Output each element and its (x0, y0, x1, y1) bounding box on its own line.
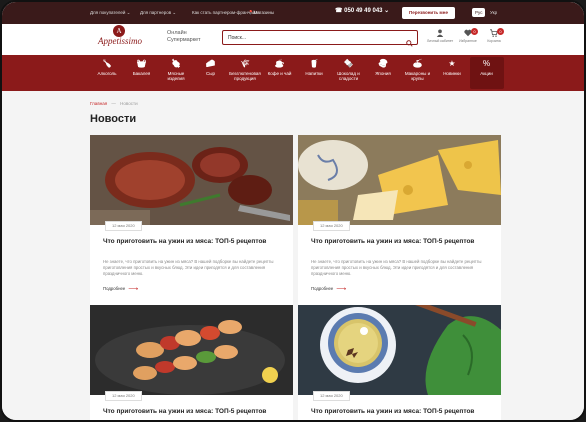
lang-ru[interactable]: Рус (472, 8, 486, 17)
cart-count: 0 (497, 28, 504, 35)
nav-item-meat[interactable]: 🍖 Мясные изделия (159, 59, 193, 81)
cart-button[interactable]: Корзина 0 (480, 28, 508, 43)
pasta-icon: 🍝 (412, 59, 423, 68)
shops-link[interactable]: 📍Магазины (248, 10, 274, 16)
news-card[interactable]: 12 мая 2020 Что приготовить на ужин из м… (90, 305, 293, 420)
tagline-line-2: Супермаркет (167, 37, 201, 43)
logo-text: Appetissimo (98, 36, 142, 46)
coffee-icon: ☕ (274, 59, 285, 68)
news-title[interactable]: Что приготовить на ужин из мяса: ТОП-5 р… (103, 408, 283, 416)
nav-item-pasta[interactable]: 🍝 Макароны и крупы (401, 59, 435, 81)
buyers-menu[interactable]: Для покупателей ⌄ (90, 10, 130, 16)
logo[interactable]: A Appetissimo (89, 25, 151, 53)
lang-ua[interactable]: Укр (487, 8, 500, 17)
news-title[interactable]: Что приготовить на ужин из мяса: ТОП-5 р… (311, 238, 491, 246)
site-header: A Appetissimo Онлайн Супермаркет Поиск..… (2, 24, 584, 54)
read-more-link[interactable]: Подробнее ⟶ (103, 285, 138, 293)
nav-item-chocolate[interactable]: 🍫 Шоколад и сладости (332, 59, 366, 81)
nav-item-grocery[interactable]: 🧺 Бакалея (125, 59, 159, 76)
nav-item-label: Новинки (443, 71, 461, 76)
news-title[interactable]: Что приготовить на ужин из мяса: ТОП-5 р… (311, 408, 491, 416)
main-content: Главная — Новости Новости 12 мая 2020 Чт… (2, 91, 584, 420)
page-title: Новости (90, 113, 137, 125)
callback-button[interactable]: Перезвонить мне (402, 7, 455, 19)
sale-icon: % (482, 59, 491, 68)
nav-item-bottle[interactable]: 🍾 Алкоголь (90, 59, 124, 76)
news-card[interactable]: 12 мая 2020 Что приготовить на ужин из м… (90, 135, 293, 305)
bottle-icon: 🍾 (102, 59, 112, 68)
cart-label: Корзина (487, 39, 501, 43)
news-date: 12 мая 2020 (105, 391, 142, 401)
search-icon[interactable] (406, 34, 413, 52)
nav-item-sale[interactable]: % Акции (469, 57, 504, 89)
nav-item-label: Макароны и крупы (404, 71, 431, 81)
wishlist-count: 0 (471, 28, 478, 35)
news-image-tea[interactable] (298, 305, 501, 395)
drink-icon: 🥤 (309, 59, 319, 68)
search-input[interactable]: Поиск... (222, 30, 418, 47)
tagline-line-1: Онлайн (167, 30, 187, 36)
tagline: Онлайн Супермаркет (167, 30, 201, 44)
nav-item-label: Алкоголь (97, 71, 117, 76)
phone-number[interactable]: ☎ 050 49 49 043 ⌄ (335, 7, 389, 14)
news-title[interactable]: Что приготовить на ужин из мяса: ТОП-5 р… (103, 238, 283, 246)
news-card[interactable]: 12 мая 2020 Что приготовить на ужин из м… (298, 135, 501, 305)
nav-item-label: Акции (480, 71, 493, 76)
user-icon (436, 29, 444, 37)
news-image-skewers[interactable] (90, 305, 293, 395)
news-card[interactable]: 12 мая 2020 Что приготовить на ужин из м… (298, 305, 501, 420)
search-placeholder: Поиск... (228, 35, 247, 41)
new-icon: ★ (448, 59, 456, 68)
arrow-right-icon: ⟶ (336, 286, 347, 293)
top-bar: Для покупателей ⌄ Для партнеров ⌄ Как ст… (2, 2, 584, 24)
wishlist-label: Избранное (459, 39, 477, 43)
arrow-right-icon: ⟶ (128, 286, 139, 293)
partners-menu[interactable]: Для партнеров ⌄ (140, 10, 176, 16)
nav-item-drink[interactable]: 🥤 Напитки (297, 59, 331, 76)
breadcrumb: Главная — Новости (90, 101, 138, 106)
breadcrumb-home[interactable]: Главная (90, 101, 107, 106)
phone-icon: ☎ (335, 8, 345, 14)
nav-item-japan[interactable]: 🍣 Япония (366, 59, 400, 76)
news-date: 12 мая 2020 (105, 221, 142, 231)
nav-item-label: Бакалея (132, 71, 151, 76)
read-more-label: Подробнее (311, 286, 334, 291)
meat-icon: 🍖 (171, 59, 181, 68)
breadcrumb-current: Новости (120, 101, 138, 106)
grocery-icon: 🧺 (136, 59, 147, 68)
account-button[interactable]: Личный кабинет (426, 29, 454, 43)
nav-item-label: Сыр (206, 71, 215, 76)
news-excerpt: Не знаете, что приготовить на ужин из мя… (311, 259, 482, 276)
nav-item-label: Безглютеновая продукция (229, 71, 261, 81)
nav-item-label: Шоколад и сладости (337, 71, 360, 81)
news-image-steak[interactable] (90, 135, 293, 225)
read-more-label: Подробнее (103, 286, 126, 291)
nav-item-label: Напитки (305, 71, 323, 76)
breadcrumb-separator: — (111, 101, 116, 106)
read-more-link[interactable]: Подробнее ⟶ (311, 285, 346, 293)
gluten-free-icon: 🌾 (240, 59, 250, 68)
wishlist-button[interactable]: Избранное 0 (454, 28, 482, 43)
category-nav: 🍾 Алкоголь 🧺 Бакалея 🍖 Мясные изделия 🧀 Сыр 🌾 Без… (2, 55, 584, 91)
nav-item-coffee[interactable]: ☕ Кофе и чай (263, 59, 297, 76)
chocolate-icon: 🍫 (343, 59, 354, 68)
nav-item-cheese[interactable]: 🧀 Сыр (194, 59, 228, 76)
phone-label: 050 49 49 043 ⌄ (344, 8, 390, 14)
shops-label: Магазины (253, 10, 275, 15)
account-label: Личный кабинет (426, 39, 454, 43)
japan-icon: 🍣 (378, 59, 388, 68)
browser-frame: Для покупателей ⌄ Для партнеров ⌄ Как ст… (0, 0, 586, 422)
news-image-cheese[interactable] (298, 135, 501, 225)
news-excerpt: Не знаете, что приготовить на ужин из мя… (103, 259, 274, 276)
nav-item-new[interactable]: ★ Новинки (435, 59, 469, 76)
nav-item-label: Япония (375, 71, 391, 76)
news-date: 12 мая 2020 (313, 221, 350, 231)
cheese-icon: 🧀 (205, 59, 216, 68)
nav-item-label: Кофе и чай (267, 71, 292, 76)
nav-item-gluten-free[interactable]: 🌾 Безглютеновая продукция (228, 59, 262, 81)
news-date: 12 мая 2020 (313, 391, 350, 401)
nav-item-label: Мясные изделия (167, 71, 185, 81)
